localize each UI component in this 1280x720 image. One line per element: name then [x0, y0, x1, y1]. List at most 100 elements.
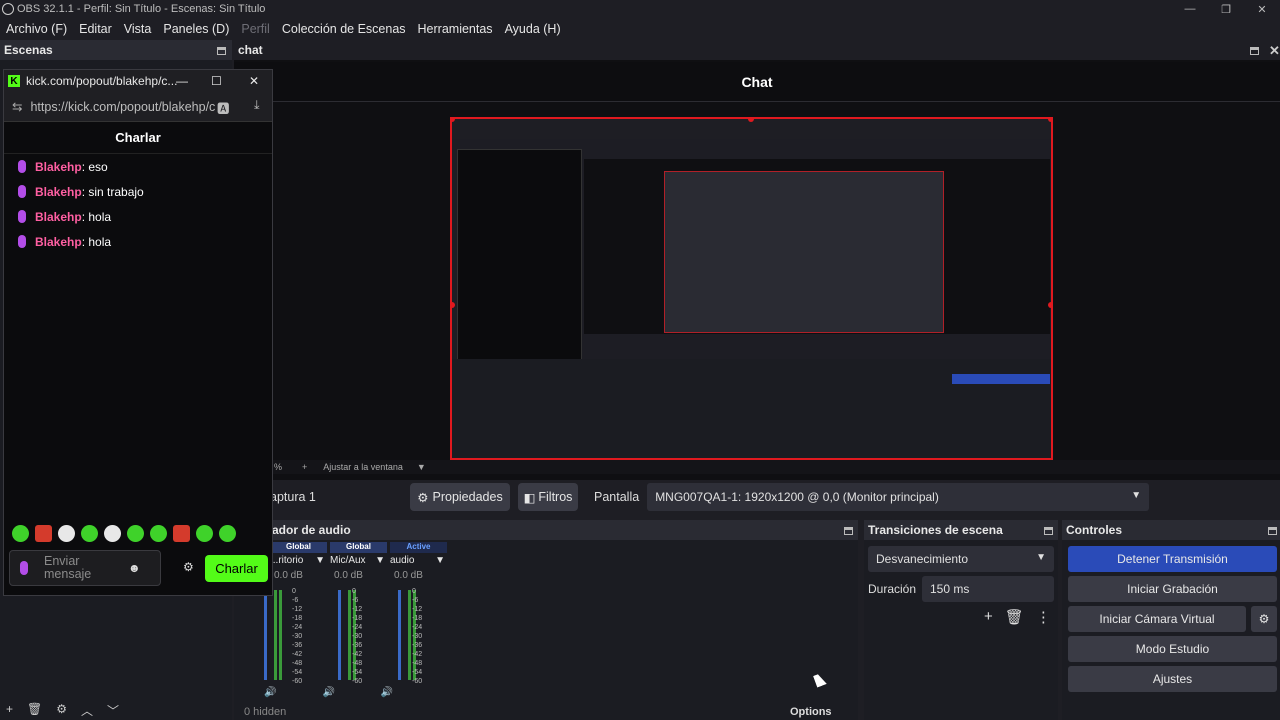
address-bar[interactable]: ⇆ https://kick.com/popout/blakehp/c 🅰 ⤓ — [4, 92, 272, 122]
download-icon[interactable]: ⤓ — [254, 98, 260, 113]
controls-title: Controles — [1066, 523, 1123, 537]
filters-button[interactable]: ◧ Filtros — [518, 483, 578, 511]
meter-scale: 0 -6 -12 -18 -24 -30 -36 -42 -48 -54 -60 — [412, 588, 423, 685]
source-name: aptura 1 — [270, 490, 316, 504]
controls-header: Controles — [1062, 520, 1280, 540]
move-up-icon[interactable]: ︿ — [81, 702, 93, 720]
kick-window-title: kick.com/popout/blakehp/c... — [26, 74, 178, 88]
menu-editar[interactable]: Editar — [73, 22, 118, 36]
speaker-icon[interactable]: 🔊 — [381, 687, 393, 698]
emote-icon[interactable] — [81, 525, 98, 542]
display-select[interactable]: MNG007QA1-1: 1920x1200 @ 0,0 (Monitor pr… — [647, 483, 1150, 511]
virtual-camera-settings-icon[interactable]: ⚙ — [1251, 606, 1277, 632]
site-info-icon[interactable]: ⇆ — [4, 99, 30, 114]
chevron-down-icon[interactable]: ▼ — [315, 555, 325, 566]
obs-logo-icon — [2, 3, 14, 15]
chevron-down-icon: ▼ — [1131, 490, 1142, 501]
emote-icon[interactable] — [173, 525, 190, 542]
trash-icon[interactable]: 🗑 — [1005, 608, 1024, 626]
volume-slider[interactable] — [264, 590, 267, 680]
menu-coleccion-escenas[interactable]: Colección de Escenas — [276, 22, 412, 36]
speaker-icon[interactable]: 🔊 — [322, 687, 334, 698]
filter-icon: ◧ — [523, 490, 536, 505]
filters-label: Filtros — [538, 490, 573, 504]
channel-header: Active — [390, 542, 447, 553]
undock-icon[interactable] — [1268, 527, 1277, 535]
maximize-icon[interactable]: ☐ — [211, 74, 222, 88]
volume-slider[interactable] — [338, 590, 341, 680]
menu-ayuda[interactable]: Ayuda (H) — [499, 22, 567, 36]
audio-mixer-dock: ador de audio Global ...ritorio ▼ 0.0 dB … — [234, 520, 858, 720]
mute-row: 🔊 🔊 🔊 — [264, 687, 393, 698]
gear-icon[interactable]: ⚙ — [183, 560, 194, 574]
close-dock-icon[interactable]: ✕ — [1269, 43, 1280, 59]
chevron-down-icon[interactable]: ▼ — [435, 555, 445, 566]
emote-icon[interactable] — [104, 525, 121, 542]
chevron-down-icon[interactable]: ▼ — [403, 462, 426, 472]
menu-vista[interactable]: Vista — [118, 22, 158, 36]
channel-header: Global — [270, 542, 327, 553]
chat-input-placeholder: Enviar mensaje — [44, 554, 92, 581]
hidden-count[interactable]: 0 hidden — [244, 706, 286, 718]
chevron-down-icon[interactable]: ▼ — [375, 555, 385, 566]
undock-icon[interactable] — [844, 527, 853, 535]
transitions-header: Transiciones de escena — [864, 520, 1058, 540]
translate-icon[interactable]: 🅰 — [217, 98, 230, 117]
zoom-bar: % + Ajustar a la ventana ▼ — [234, 460, 1280, 474]
window-title: OBS 32.1.1 - Perfil: Sin Título - Escena… — [17, 3, 266, 15]
more-icon[interactable]: ⋮ — [1036, 608, 1051, 626]
transition-actions: + 🗑 ⋮ — [984, 608, 1051, 626]
duration-input[interactable]: 150 ms — [922, 576, 1054, 602]
chat-input[interactable]: Enviar mensaje ☻ — [9, 550, 161, 586]
close-icon[interactable]: ✕ — [249, 74, 259, 88]
undock-icon[interactable] — [1044, 527, 1053, 535]
microphone-icon — [18, 235, 26, 248]
emote-icon[interactable] — [58, 525, 75, 542]
menu-archivo[interactable]: Archivo (F) — [0, 22, 73, 36]
emote-icon[interactable] — [12, 525, 29, 542]
resize-handle[interactable] — [1048, 302, 1051, 308]
emoji-icon[interactable]: ☻ — [128, 561, 141, 575]
undock-icon[interactable] — [217, 47, 226, 55]
send-button[interactable]: Charlar — [205, 555, 268, 582]
studio-mode-button[interactable]: Modo Estudio — [1068, 636, 1277, 662]
emote-icon[interactable] — [219, 525, 236, 542]
minimize-button[interactable]: — — [1172, 0, 1208, 18]
emote-icon[interactable] — [35, 525, 52, 542]
zoom-in-icon[interactable]: + — [282, 462, 307, 472]
resize-handle[interactable] — [1048, 119, 1051, 122]
start-recording-button[interactable]: Iniciar Grabación — [1068, 576, 1277, 602]
preview-canvas[interactable] — [450, 117, 1053, 460]
stop-stream-button[interactable]: Detener Transmisión — [1068, 546, 1277, 572]
options-button[interactable]: Options — [790, 706, 832, 718]
menu-perfil[interactable]: Perfil — [235, 22, 275, 36]
add-icon[interactable]: + — [984, 608, 993, 626]
properties-button[interactable]: ⚙ Propiedades — [410, 483, 510, 511]
speaker-icon[interactable]: 🔊 — [264, 687, 276, 698]
undock-icon[interactable] — [1250, 47, 1259, 55]
emote-icon[interactable] — [150, 525, 167, 542]
duration-value: 150 ms — [930, 582, 970, 596]
maximize-button[interactable]: ❐ — [1208, 0, 1244, 18]
menu-herramientas[interactable]: Herramientas — [412, 22, 499, 36]
move-down-icon[interactable]: ﹀ — [107, 702, 119, 720]
menu-paneles[interactable]: Paneles (D) — [157, 22, 235, 36]
channel-db: 0.0 dB — [274, 570, 303, 581]
remove-scene-icon[interactable]: 🗑 — [27, 702, 42, 720]
channel-db: 0.0 dB — [394, 570, 423, 581]
chevron-down-icon: ▼ — [1036, 552, 1046, 563]
minimize-icon[interactable]: — — [176, 74, 188, 88]
emote-icon[interactable] — [196, 525, 213, 542]
zoom-fit-label[interactable]: Ajustar a la ventana — [307, 462, 403, 472]
controls-dock: Controles Detener Transmisión Iniciar Gr… — [1062, 520, 1280, 720]
chat-message: Blakehp: hola — [4, 229, 272, 254]
settings-button[interactable]: Ajustes — [1068, 666, 1277, 692]
emote-icon[interactable] — [127, 525, 144, 542]
close-button[interactable]: ✕ — [1244, 0, 1280, 18]
scene-settings-icon[interactable]: ⚙ — [56, 702, 67, 720]
kick-logo-icon: K — [8, 75, 20, 87]
volume-slider[interactable] — [398, 590, 401, 680]
transition-select[interactable]: Desvanecimiento ▼ — [868, 546, 1054, 572]
start-virtual-camera-button[interactable]: Iniciar Cámara Virtual — [1068, 606, 1246, 632]
add-scene-icon[interactable]: + — [6, 702, 13, 720]
